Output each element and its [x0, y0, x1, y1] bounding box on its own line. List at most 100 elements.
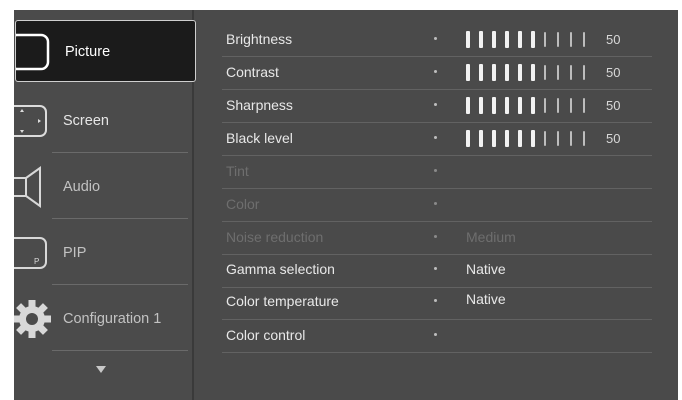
sidebar-item-label: Configuration 1: [63, 311, 162, 327]
bullet-icon: [434, 299, 437, 302]
sidebar-item-configuration-1[interactable]: Configuration 1: [14, 288, 192, 350]
sidebar-item-audio[interactable]: Audio: [14, 156, 192, 218]
level-slider[interactable]: [466, 64, 602, 81]
level-tick: [505, 64, 509, 81]
level-tick: [583, 32, 585, 47]
level-tick: [466, 64, 470, 81]
level-tick: [583, 98, 585, 113]
level-tick: [518, 31, 522, 48]
level-tick: [505, 31, 509, 48]
setting-row-color-temperature[interactable]: Color temperature Native: [194, 285, 678, 318]
level-tick: [479, 64, 483, 81]
level-tick: [492, 31, 496, 48]
level-slider[interactable]: [466, 130, 602, 147]
setting-name: Contrast: [226, 64, 279, 80]
setting-name: Color: [226, 196, 260, 212]
setting-number: 50: [606, 98, 621, 113]
setting-name: Gamma selection: [226, 261, 335, 277]
setting-name: Color temperature: [226, 293, 339, 309]
level-tick: [583, 131, 585, 146]
level-slider[interactable]: [466, 31, 602, 48]
level-slider[interactable]: [466, 97, 602, 114]
level-tick: [466, 97, 470, 114]
category-sidebar: Picture Screen Audio P PIP Configuration…: [14, 10, 196, 400]
bullet-icon: [434, 70, 437, 73]
level-tick: [479, 31, 483, 48]
sidebar-item-label: Audio: [63, 179, 101, 195]
sidebar-divider: [52, 350, 188, 351]
settings-list: Brightness 50 Contrast 50 Sharpness 50 B…: [194, 10, 678, 400]
setting-name: Noise reduction: [226, 229, 324, 245]
arrow-down-icon[interactable]: [96, 366, 106, 373]
level-tick: [544, 32, 546, 47]
setting-row-black-level[interactable]: Black level 50: [194, 122, 678, 155]
level-tick: [544, 98, 546, 113]
level-tick: [570, 131, 572, 146]
gear-icon: [14, 300, 51, 338]
setting-row-color: Color: [194, 188, 678, 221]
sidebar-item-label: PIP: [63, 245, 87, 261]
setting-name: Black level: [226, 130, 293, 146]
level-tick: [518, 64, 522, 81]
level-tick: [466, 130, 470, 147]
bullet-icon: [434, 136, 437, 139]
level-tick: [505, 97, 509, 114]
setting-value: Medium: [466, 229, 516, 245]
bullet-icon: [434, 103, 437, 106]
setting-row-color-control[interactable]: Color control: [194, 319, 678, 352]
setting-row-contrast[interactable]: Contrast 50: [194, 56, 678, 89]
level-tick: [518, 130, 522, 147]
setting-row-sharpness[interactable]: Sharpness 50: [194, 89, 678, 122]
setting-name: Brightness: [226, 31, 293, 47]
setting-number: 50: [606, 131, 621, 146]
osd-menu: Picture Screen Audio P PIP Configuration…: [14, 10, 678, 400]
sidebar-item-pip[interactable]: P PIP: [14, 222, 192, 284]
setting-row-noise-reduction: Noise reduction Medium: [194, 221, 678, 254]
setting-name: Sharpness: [226, 97, 293, 113]
setting-row-tint: Tint: [194, 155, 678, 188]
level-tick: [544, 131, 546, 146]
setting-value: Native: [466, 261, 506, 277]
level-tick: [492, 97, 496, 114]
bullet-icon: [434, 333, 437, 336]
bullet-icon: [434, 235, 437, 238]
level-tick: [557, 32, 559, 47]
level-tick: [570, 65, 572, 80]
setting-number: 50: [606, 32, 621, 47]
level-tick: [466, 31, 470, 48]
bullet-icon: [434, 37, 437, 40]
level-tick: [492, 130, 496, 147]
screen-icon: [14, 105, 47, 137]
setting-name: Color control: [226, 327, 306, 343]
setting-row-brightness[interactable]: Brightness 50: [194, 23, 678, 56]
level-tick: [479, 130, 483, 147]
sidebar-item-label: Picture: [65, 44, 111, 60]
level-tick: [479, 97, 483, 114]
level-tick: [531, 97, 535, 114]
sidebar-item-screen[interactable]: Screen: [14, 90, 192, 152]
level-tick: [570, 32, 572, 47]
sidebar-item-label: Screen: [63, 113, 109, 129]
level-tick: [531, 130, 535, 147]
level-tick: [518, 97, 522, 114]
level-tick: [557, 131, 559, 146]
setting-row-gamma-selection[interactable]: Gamma selection Native: [194, 253, 678, 286]
sidebar-divider: [52, 218, 188, 219]
row-divider: [222, 352, 652, 353]
setting-name: Tint: [226, 163, 249, 179]
level-tick: [557, 98, 559, 113]
level-tick: [492, 64, 496, 81]
level-tick: [544, 65, 546, 80]
bullet-icon: [434, 202, 437, 205]
setting-value: Native: [466, 291, 506, 307]
svg-text:P: P: [34, 257, 39, 266]
sidebar-divider: [52, 284, 188, 285]
level-tick: [583, 65, 585, 80]
picture-icon: [16, 33, 50, 71]
speaker-icon: [14, 166, 41, 208]
level-tick: [557, 65, 559, 80]
level-tick: [570, 98, 572, 113]
level-tick: [505, 130, 509, 147]
sidebar-divider: [52, 152, 188, 153]
sidebar-item-picture[interactable]: Picture: [15, 20, 196, 82]
